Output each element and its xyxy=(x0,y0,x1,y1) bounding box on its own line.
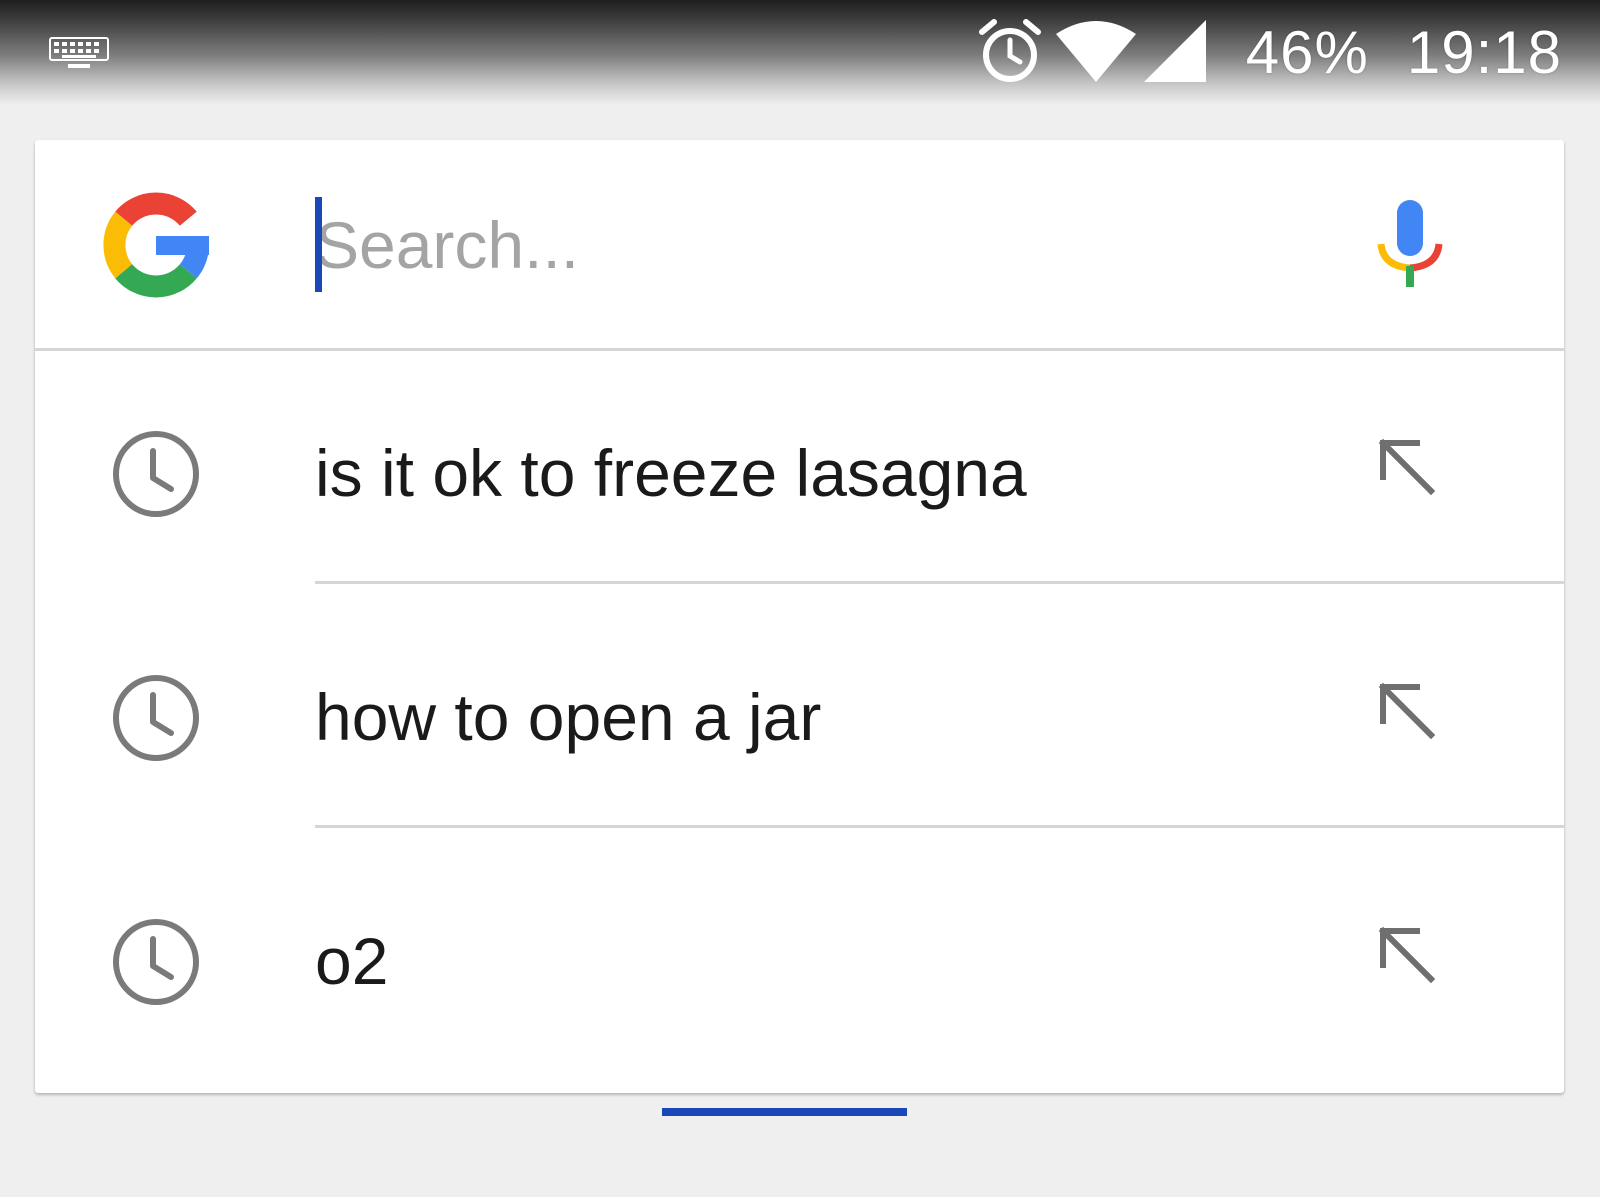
history-icon xyxy=(111,917,201,1007)
suggestion-item[interactable]: is it ok to freeze lasagna xyxy=(35,351,1564,595)
fill-query-arrow-icon[interactable] xyxy=(1377,437,1437,497)
text-cursor xyxy=(315,197,322,292)
suggestion-item[interactable]: how to open a jar xyxy=(35,595,1564,839)
history-icon xyxy=(111,673,201,763)
keyboard-icon xyxy=(48,36,110,75)
fill-query-arrow-icon[interactable] xyxy=(1377,681,1437,741)
battery-percentage: 46% xyxy=(1245,19,1369,86)
suggestion-text: is it ok to freeze lasagna xyxy=(315,436,1027,510)
google-logo[interactable] xyxy=(103,192,209,298)
suggestion-item[interactable]: o2 xyxy=(35,839,1564,1083)
cell-signal-icon xyxy=(1143,19,1208,87)
fill-query-arrow-icon[interactable] xyxy=(1377,925,1437,985)
microphone-icon[interactable] xyxy=(1375,200,1445,290)
divider xyxy=(315,581,1564,584)
search-input[interactable] xyxy=(315,195,1315,295)
wifi-icon xyxy=(1055,20,1136,87)
suggestion-text: o2 xyxy=(315,924,389,998)
suggestion-text: how to open a jar xyxy=(315,680,822,754)
history-icon xyxy=(111,429,201,519)
search-bar xyxy=(35,140,1564,350)
status-bar: 46% 19:18 xyxy=(0,0,1600,105)
divider xyxy=(315,825,1564,828)
alarm-icon xyxy=(978,18,1042,89)
search-card: is it ok to freeze lasagna how to open a… xyxy=(35,140,1564,1093)
status-time: 19:18 xyxy=(1406,19,1562,86)
navigation-handle[interactable] xyxy=(662,1108,907,1116)
